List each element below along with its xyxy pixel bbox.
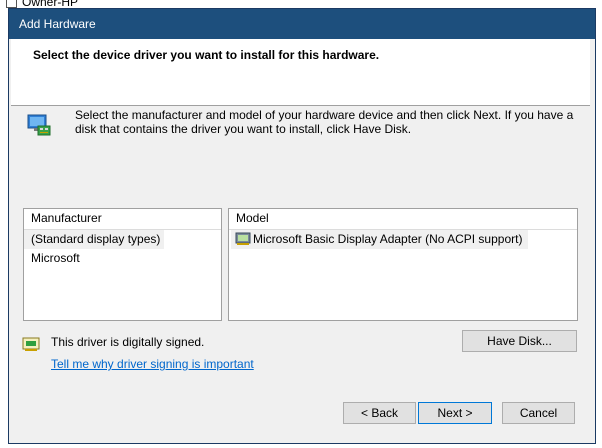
cancel-button[interactable]: Cancel xyxy=(502,402,575,424)
signed-status-text: This driver is digitally signed. xyxy=(51,335,205,349)
model-item-label: Microsoft Basic Display Adapter (No ACPI… xyxy=(253,232,523,246)
signed-driver-icon xyxy=(22,337,40,351)
manufacturer-item[interactable]: (Standard display types) xyxy=(24,230,165,249)
background-window: Owner-HP xyxy=(0,0,602,9)
display-adapter-icon xyxy=(235,232,251,245)
dialog-header: Select the device driver you want to ins… xyxy=(11,39,590,106)
have-disk-button[interactable]: Have Disk... xyxy=(462,330,577,352)
instructions-text: Select the manufacturer and model of you… xyxy=(75,108,574,136)
background-window-item[interactable]: Owner-HP xyxy=(6,0,78,9)
hardware-wizard-icon xyxy=(27,114,51,136)
dialog-title: Add Hardware xyxy=(19,17,96,31)
model-list[interactable]: Model Microsoft Basic Display Adapter (N… xyxy=(228,208,578,321)
manufacturer-item[interactable]: Microsoft xyxy=(24,249,221,268)
manufacturer-column-header[interactable]: Manufacturer xyxy=(24,209,221,230)
back-button[interactable]: < Back xyxy=(343,402,416,424)
title-bar[interactable]: Add Hardware xyxy=(9,9,595,39)
model-column-header[interactable]: Model xyxy=(229,209,577,230)
model-item[interactable]: Microsoft Basic Display Adapter (No ACPI… xyxy=(231,230,529,249)
next-button[interactable]: Next > xyxy=(418,402,492,424)
header-title: Select the device driver you want to ins… xyxy=(33,48,380,62)
driver-signing-link[interactable]: Tell me why driver signing is important xyxy=(51,357,254,371)
add-hardware-dialog: Add Hardware Select the device driver yo… xyxy=(8,8,596,444)
manufacturer-list[interactable]: Manufacturer (Standard display types) Mi… xyxy=(23,208,222,321)
